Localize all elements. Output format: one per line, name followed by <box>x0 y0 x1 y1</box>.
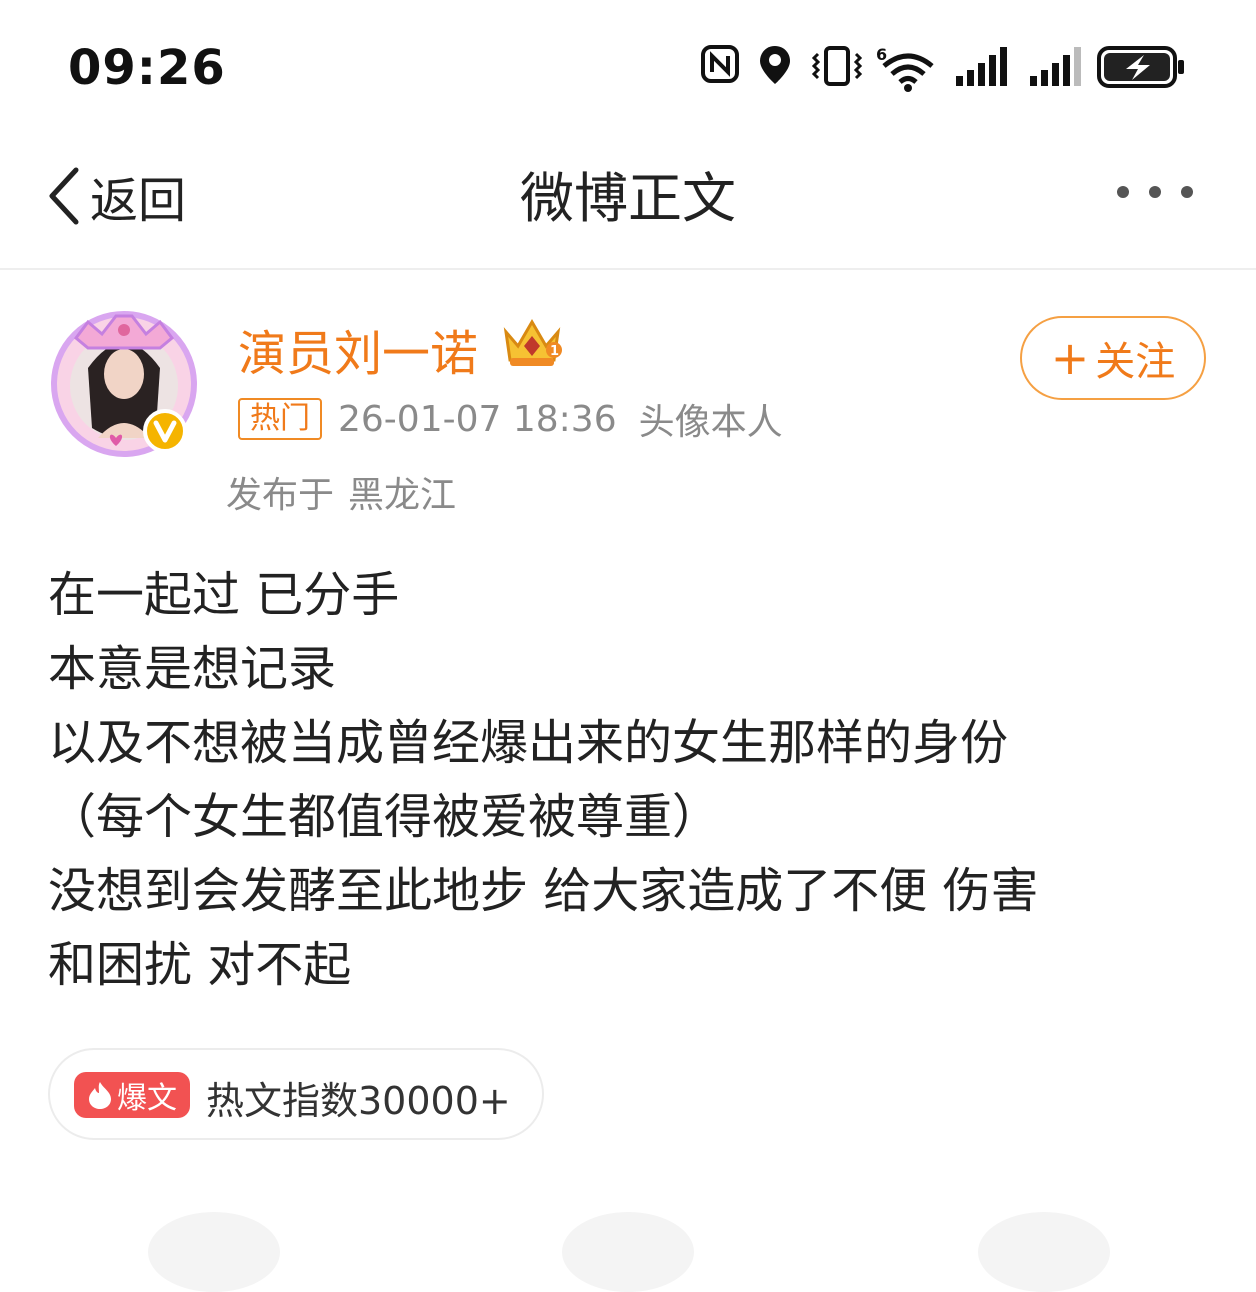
svg-text:1: 1 <box>550 344 559 359</box>
nav-bar: 返回 微博正文 <box>0 140 1256 270</box>
post-location: 发布于 黑龙江 <box>226 466 470 518</box>
bottom-action-circle[interactable] <box>562 1212 694 1292</box>
post-line: 以及不想被当成曾经爆出来的女生那样的身份 <box>48 715 1009 771</box>
status-time: 09:26 <box>68 40 226 96</box>
post-line: 本意是想记录 <box>48 641 337 697</box>
wifi-6-icon: 6 <box>876 45 934 92</box>
flame-icon <box>89 1082 111 1109</box>
status-bar: 09:26 6 <box>0 0 1256 140</box>
location-name: 黑龙江 <box>348 475 457 516</box>
vibrate-icon <box>812 46 862 86</box>
post-meta: 热门 26-01-07 18:36 头像本人 <box>238 396 783 443</box>
hot-tag: 热门 <box>238 398 322 440</box>
post-line: 在一起过 已分手 <box>48 567 400 623</box>
crown-badge-icon: 1 <box>503 319 562 366</box>
post-line: 和困扰 对不起 <box>48 937 352 993</box>
post-line: （每个女生都值得被爱被尊重） <box>48 789 721 845</box>
post-source: 头像本人 <box>638 402 783 443</box>
verified-badge-icon <box>143 409 187 453</box>
hot-index-text: 热文指数30000+ <box>206 1079 511 1123</box>
follow-label: 关注 <box>1095 339 1176 385</box>
hot-index-pill[interactable]: 爆文 热文指数30000+ <box>48 1048 544 1140</box>
battery-charging-icon <box>1097 46 1184 88</box>
bottom-action-circle[interactable] <box>978 1212 1110 1292</box>
post-timestamp: 26-01-07 18:36 <box>338 398 617 440</box>
location-prefix: 发布于 <box>226 475 335 516</box>
svg-text:6: 6 <box>876 45 887 64</box>
signal-icon <box>1030 47 1081 86</box>
post-line: 没想到会发酵至此地步 给大家造成了不便 伤害 <box>48 863 1039 919</box>
plus-icon: + <box>1050 331 1090 385</box>
avatar[interactable] <box>48 308 200 460</box>
post-content: 在一起过 已分手 本意是想记录 以及不想被当成曾经爆出来的女生那样的身份 （每个… <box>48 558 1208 1002</box>
baowen-badge: 爆文 <box>74 1072 190 1118</box>
page-title: 微博正文 <box>520 167 736 230</box>
bottom-action-circle[interactable] <box>148 1212 280 1292</box>
author-name[interactable]: 演员刘一诺 <box>238 314 478 384</box>
more-dots-icon[interactable] <box>1110 180 1196 204</box>
baowen-label: 爆文 <box>117 1081 177 1116</box>
signal-icon <box>956 47 1007 86</box>
follow-button[interactable]: + 关注 <box>1020 316 1206 400</box>
nfc-icon <box>701 45 739 83</box>
location-icon <box>760 46 790 84</box>
